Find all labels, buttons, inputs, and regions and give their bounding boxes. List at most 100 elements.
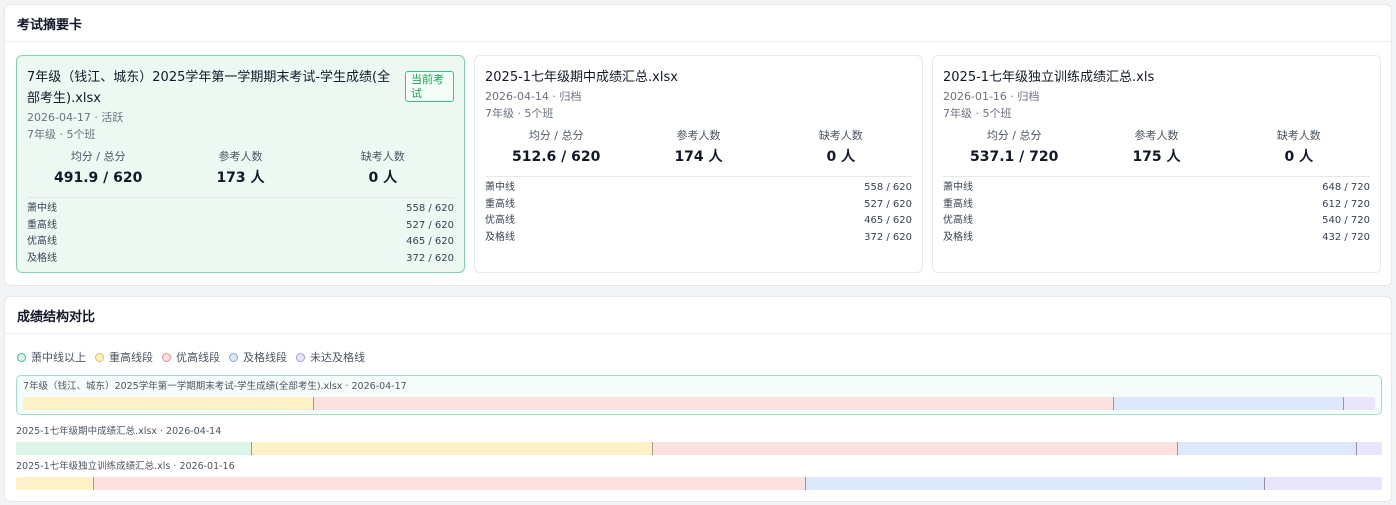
score-line-value: 558 / 620 <box>864 182 912 193</box>
score-line-row: 萧中线 558 / 620 <box>27 201 454 218</box>
structure-segment <box>805 477 1265 490</box>
legend-item: 重高线段 <box>95 349 153 365</box>
score-lines: 萧中线 558 / 620 重高线 527 / 620 优高线 465 / 620 及… <box>485 180 912 246</box>
score-line-value: 432 / 720 <box>1322 231 1370 243</box>
score-line-name: 及格线 <box>943 231 973 243</box>
structure-bar <box>16 442 1382 455</box>
score-line-name: 及格线 <box>27 252 57 264</box>
exam-card-current[interactable]: 7年级（钱江、城东）2025学年第一学期期末考试-学生成绩(全部考生).xlsx… <box>16 55 465 273</box>
stat-participants-value: 175 人 <box>1132 149 1181 165</box>
stat-average: 均分 / 总分 512.6 / 620 <box>485 128 627 168</box>
score-line-name: 及格线 <box>485 231 515 243</box>
exam-card[interactable]: 2025-1七年级独立训练成绩汇总.xls 2026-01-16 · 归档 7年… <box>932 55 1381 273</box>
stat-average-value: 537.1 / 720 <box>969 149 1059 165</box>
structure-row-label: 2025-1七年级期中成绩汇总.xlsx · 2026-04-14 <box>16 426 222 437</box>
stat-absent-value: 0 人 <box>826 149 856 165</box>
stat-average-label: 均分 / 总分 <box>986 129 1042 142</box>
score-line-name: 优高线 <box>943 215 973 226</box>
structure-segment <box>1114 397 1344 410</box>
legend-dot <box>229 352 238 362</box>
score-line-row: 重高线 527 / 620 <box>27 218 454 235</box>
legend-label: 重高线段 <box>109 351 153 364</box>
exam-card-title: 2025-1七年级期中成绩汇总.xlsx <box>485 70 678 85</box>
structure-segment <box>652 442 1179 455</box>
stat-absent-label: 缺考人数 <box>360 150 405 163</box>
score-line-name: 萧中线 <box>485 182 515 193</box>
score-structure-title: 成绩结构对比 <box>5 297 1391 334</box>
stat-average-label: 均分 / 总分 <box>70 150 126 163</box>
score-lines: 萧中线 558 / 620 重高线 527 / 620 优高线 465 / 620 及… <box>27 201 454 267</box>
legend-dot <box>17 352 26 362</box>
score-line-row: 萧中线 648 / 720 <box>943 180 1370 197</box>
legend-label: 未达及格线 <box>310 351 365 364</box>
stat-participants: 参考人数 173 人 <box>169 149 311 189</box>
score-structure-panel: 成绩结构对比 萧中线以上 重高线段 优高线段 及格线段 未达及格线 7年级（钱江… <box>4 296 1392 502</box>
stat-absent-label: 缺考人数 <box>818 129 863 142</box>
legend-item: 萧中线以上 <box>17 349 86 365</box>
exam-card-title: 2025-1七年级独立训练成绩汇总.xls <box>943 70 1155 85</box>
score-line-name: 萧中线 <box>27 203 57 214</box>
current-exam-badge: 当前考试 <box>405 71 454 102</box>
legend-dot <box>95 352 104 362</box>
score-line-row: 重高线 612 / 720 <box>943 197 1370 214</box>
score-line-value: 465 / 620 <box>406 236 454 247</box>
score-line-value: 540 / 720 <box>1322 215 1370 226</box>
exam-summary-title: 考试摘要卡 <box>5 5 1391 42</box>
structure-row: 2025-1七年级独立训练成绩汇总.xls · 2026-01-16 <box>16 460 1382 490</box>
legend-item: 及格线段 <box>229 349 287 365</box>
stat-average: 均分 / 总分 537.1 / 720 <box>943 128 1085 168</box>
score-lines: 萧中线 648 / 720 重高线 612 / 720 优高线 540 / 720 及… <box>943 180 1370 246</box>
legend-label: 萧中线以上 <box>31 351 86 364</box>
stat-participants: 参考人数 174 人 <box>627 128 769 168</box>
structure-segment <box>1357 442 1382 455</box>
score-line-row: 及格线 372 / 620 <box>485 230 912 247</box>
score-line-value: 527 / 620 <box>406 219 454 231</box>
structure-segment <box>1264 477 1382 490</box>
structure-segment <box>16 477 94 490</box>
structure-row-current: 7年级（钱江、城东）2025学年第一学期期末考试-学生成绩(全部考生).xlsx… <box>16 375 1382 415</box>
exam-card-stats: 均分 / 总分 537.1 / 720 参考人数 175 人 缺考人数 0 人 <box>943 128 1370 177</box>
stat-participants: 参考人数 175 人 <box>1085 128 1227 168</box>
score-line-value: 558 / 620 <box>406 203 454 214</box>
stat-absent-value: 0 人 <box>1284 149 1314 165</box>
score-line-value: 612 / 720 <box>1322 198 1370 210</box>
score-line-name: 优高线 <box>27 236 57 247</box>
score-line-row: 优高线 465 / 620 <box>27 234 454 251</box>
score-line-row: 及格线 372 / 620 <box>27 251 454 268</box>
exam-card[interactable]: 2025-1七年级期中成绩汇总.xlsx 2026-04-14 · 归档 7年级… <box>474 55 923 273</box>
structure-bar <box>23 397 1375 410</box>
structure-row: 2025-1七年级期中成绩汇总.xlsx · 2026-04-14 <box>16 425 1382 455</box>
stat-absent: 缺考人数 0 人 <box>770 128 912 168</box>
structure-segment <box>313 397 1115 410</box>
exam-summary-panel: 考试摘要卡 7年级（钱江、城东）2025学年第一学期期末考试-学生成绩(全部考生… <box>4 4 1392 286</box>
legend: 萧中线以上 重高线段 优高线段 及格线段 未达及格线 <box>17 349 374 365</box>
stat-average: 均分 / 总分 491.9 / 620 <box>27 149 169 189</box>
score-line-name: 重高线 <box>943 198 973 210</box>
stat-participants-label: 参考人数 <box>1134 129 1179 142</box>
score-line-row: 重高线 527 / 620 <box>485 197 912 214</box>
structure-segment <box>252 442 653 455</box>
stat-participants-value: 174 人 <box>674 149 723 165</box>
legend-label: 及格线段 <box>243 351 287 364</box>
score-line-row: 及格线 432 / 720 <box>943 230 1370 247</box>
stat-participants-value: 173 人 <box>216 170 265 186</box>
structure-segment <box>16 442 253 455</box>
exam-card-date-status: 2026-04-14 · 归档 <box>485 90 582 103</box>
score-line-row: 优高线 540 / 720 <box>943 213 1370 230</box>
exam-card-stats: 均分 / 总分 491.9 / 620 参考人数 173 人 缺考人数 0 人 <box>27 149 454 198</box>
score-line-value: 527 / 620 <box>864 198 912 210</box>
score-line-value: 465 / 620 <box>864 215 912 226</box>
structure-segment <box>23 397 314 410</box>
legend-label: 优高线段 <box>176 351 220 364</box>
legend-dot <box>296 352 305 362</box>
exam-card-stats: 均分 / 总分 512.6 / 620 参考人数 174 人 缺考人数 0 人 <box>485 128 912 177</box>
structure-segment <box>1343 397 1375 410</box>
legend-item: 未达及格线 <box>296 349 365 365</box>
stat-absent-label: 缺考人数 <box>1276 129 1321 142</box>
score-line-name: 萧中线 <box>943 182 973 193</box>
score-line-name: 重高线 <box>485 198 515 210</box>
stat-participants-label: 参考人数 <box>218 150 263 163</box>
score-line-value: 372 / 620 <box>406 252 454 264</box>
exam-card-grade-classes: 7年级 · 5个班 <box>27 128 96 141</box>
score-line-value: 372 / 620 <box>864 231 912 243</box>
